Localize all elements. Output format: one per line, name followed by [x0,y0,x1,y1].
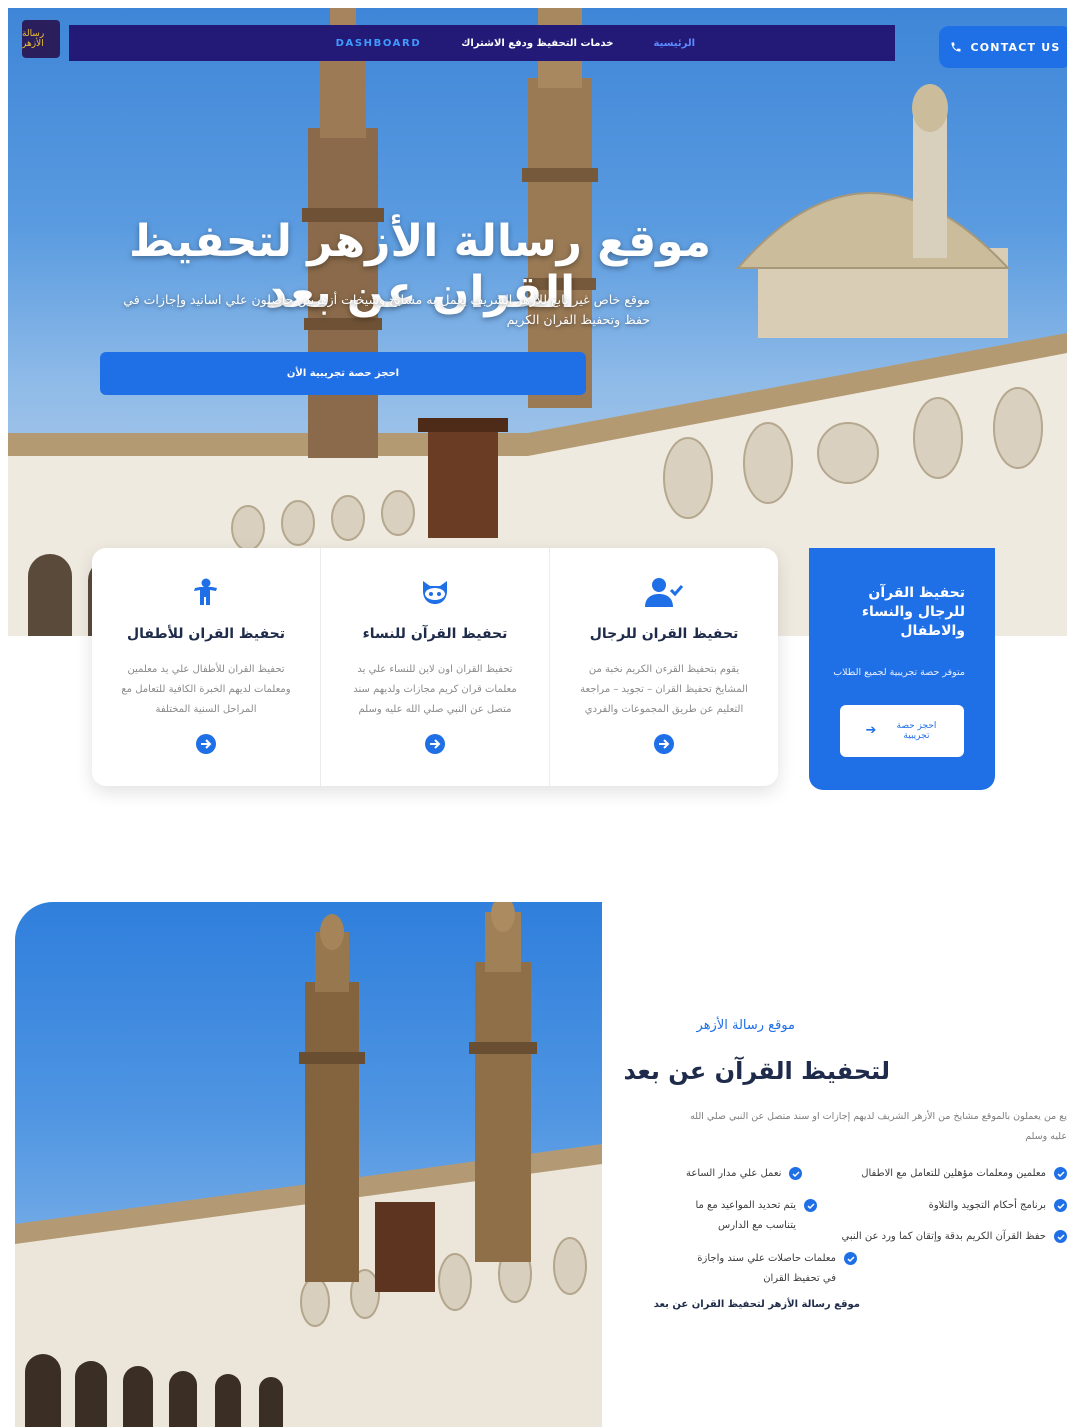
logo-text: رسالة الأزهر [22,29,45,49]
services-cards: تحفيظ القران للأطفال تحفيظ القران للأطفا… [92,548,778,786]
about-mosque-image [15,902,602,1427]
feature-item: برنامج أحكام التجويد والتلاوة [929,1196,1067,1216]
nav-home[interactable]: الرئيسية [653,38,695,49]
arrow-circle-icon[interactable] [425,734,445,758]
service-title: تحفيظ القرآن للنساء [362,626,508,642]
about-text-line: يع من يعملون بالموقع مشايخ من الأزهر الش… [690,1111,1067,1122]
feature-text: معلمين ومعلمات مؤهلين للتعامل مع الاطفال [861,1168,1046,1179]
check-circle-icon [1054,1199,1067,1212]
feature-item: يتم تحديد المواعيد مع ما يتناسب مع الدار… [686,1196,817,1236]
arrow-right-icon: ➔ [865,723,877,738]
service-card-women: تحفيظ القرآن للنساء تحفيظ القران اون لاي… [320,548,549,786]
check-circle-icon [844,1252,857,1265]
child-icon [193,576,219,608]
feature-text: معلمات حاصلات علي سند واجازة في تحفيظ ال… [697,1253,836,1284]
promo-title: تحفيظ القرآن للرجال والنساء والاطفال [861,585,965,639]
service-card-men: تحفيظ القران للرجال يقوم بتحفيظ القرءن ا… [549,548,778,786]
hero-subtitle: موقع خاص غير تابع للأزهر الشريف يعمل به … [123,292,650,327]
service-description: تحفيظ القران للأطفال علي يد معلمين ومعلم… [121,664,291,715]
phone-icon [951,42,961,52]
check-circle-icon [1054,1167,1067,1180]
promo-text: متوفر حصة تجريبية لجميع الطلاب [833,667,965,678]
service-description: تحفيظ القران اون لاين للنساء علي يد معلم… [353,664,517,715]
service-description: يقوم بتحفيظ القرءن الكريم نخبة من المشاي… [580,664,748,715]
check-circle-icon [804,1199,817,1212]
promo-box: تحفيظ القرآن للرجال والنساء والاطفال متو… [809,548,995,790]
check-circle-icon [789,1167,803,1180]
github-cat-icon [420,576,450,608]
service-card-children: تحفيظ القران للأطفال تحفيظ القران للأطفا… [92,548,320,786]
site-logo[interactable]: رسالة الأزهر [22,20,60,58]
service-title: تحفيظ القران للرجال [589,626,739,642]
nav-dashboard[interactable]: DASHBOARD [336,38,422,49]
feature-text: برنامج أحكام التجويد والتلاوة [928,1200,1046,1211]
promo-book-button[interactable]: احجز حصة تجريبية ➔ [840,705,964,757]
feature-text: نعمل علي مدار الساعة [686,1168,782,1179]
book-trial-button[interactable]: احجز حصة تجريبية الأن [100,352,586,395]
feature-item: حفظ القرآن الكريم بدقة وإتقان كما ورد عن… [842,1227,1067,1247]
arrow-circle-icon[interactable] [196,734,216,758]
contact-us-button[interactable]: CONTACT US [939,26,1067,68]
user-check-icon [645,576,683,608]
hero-section: رسالة الأزهر الرئيسية خدمات التحفيظ ودفع… [8,8,1067,636]
service-title: تحفيظ القران للأطفال [126,626,286,642]
nav-services[interactable]: خدمات التحفيظ ودفع الاشتراك [461,38,613,49]
main-navbar: الرئيسية خدمات التحفيظ ودفع الاشتراك DAS… [69,25,895,61]
promo-button-label: احجز حصة تجريبية [896,721,937,741]
check-circle-icon [1054,1230,1067,1243]
about-description: يع من يعملون بالموقع مشايخ من الأزهر الش… [676,1107,1067,1147]
about-footer-text: موقع رسالة الأزهر لتحفيظ القران عن بعد [653,1299,860,1310]
feature-item: نعمل علي مدار الساعة [686,1164,803,1184]
about-text-line: عليه وسلم [1025,1131,1067,1142]
feature-text: حفظ القرآن الكريم بدقة وإتقان كما ورد عن… [841,1231,1046,1242]
about-kicker: موقع رسالة الأزهر [696,1018,795,1033]
arrow-circle-icon[interactable] [654,734,674,758]
contact-us-label: CONTACT US [970,40,1061,54]
about-title: لتحفيظ القرآن عن بعد [623,1057,890,1085]
feature-text: يتم تحديد المواعيد مع ما يتناسب مع الدار… [695,1200,796,1231]
feature-item: معلمين ومعلمات مؤهلين للتعامل مع الاطفال [861,1164,1067,1184]
feature-item: معلمات حاصلات علي سند واجازة في تحفيظ ال… [686,1249,857,1289]
